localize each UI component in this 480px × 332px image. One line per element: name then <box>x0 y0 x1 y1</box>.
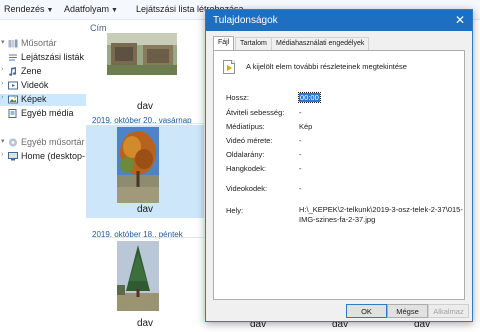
close-icon[interactable]: ✕ <box>455 13 465 27</box>
sidebar-item-videos[interactable]: › Videók <box>0 80 86 92</box>
video-icon <box>8 81 18 90</box>
photo-thumbnail[interactable] <box>117 241 159 311</box>
audio-codec-value[interactable]: - <box>299 164 302 173</box>
spruce-tree-photo-image <box>117 241 159 311</box>
thumbnail-tile[interactable]: dav <box>86 125 204 218</box>
dialog-title-bar[interactable]: Tulajdonságok ✕ <box>206 10 472 31</box>
garden-photo-image <box>107 33 177 75</box>
sidebar-item-other-libraries[interactable]: ▾ Egyéb műsortár <box>0 137 86 149</box>
thumbnail-caption: dav <box>136 204 154 215</box>
sidebar-item-label: Videók <box>21 80 49 90</box>
location-label: Hely: <box>226 206 244 215</box>
sidebar-item-label: Egyéb média <box>21 108 74 118</box>
sidebar-item-pictures[interactable]: › Képek <box>0 94 86 106</box>
media-file-icon <box>223 60 235 74</box>
video-size-label: Videó mérete: <box>226 136 273 145</box>
cancel-button[interactable]: Mégse <box>387 304 428 318</box>
aspect-ratio-value[interactable]: - <box>299 150 302 159</box>
sidebar-item-label: Zene <box>21 66 42 76</box>
bitrate-label: Átviteli sebesség: <box>226 108 285 117</box>
location-path-line-1: H:\_KEPEK\2-telkunk\2019-3-osz-telek-2-3… <box>299 205 463 214</box>
music-note-icon <box>9 67 17 76</box>
chevron-right-icon[interactable]: › <box>1 66 3 73</box>
autumn-tree-photo-image <box>117 127 159 203</box>
length-value[interactable]: 00:00 <box>298 92 321 103</box>
aspect-ratio-label: Oldalarány: <box>226 150 265 159</box>
sidebar-item-label: Műsortár <box>21 38 57 48</box>
panel-description: A kijelölt elem további részleteinek meg… <box>246 62 407 71</box>
date-group-divider <box>92 123 204 124</box>
stream-label: Adatfolyam <box>64 4 110 14</box>
thumbnail-tile[interactable]: dav <box>86 33 204 117</box>
length-label: Hossz: <box>226 93 249 102</box>
navigation-sidebar: ▾ Műsortár Lejátszási listák › Zene › Vi… <box>0 21 86 332</box>
home-computer-icon <box>8 152 18 161</box>
chevron-down-icon: ▼ <box>111 7 118 14</box>
photo-thumbnail[interactable] <box>117 127 159 203</box>
video-codec-label: Videokodek: <box>226 184 268 193</box>
tab-file[interactable]: Fájl <box>213 36 235 50</box>
properties-dialog: Tulajdonságok ✕ Fájl Tartalom Médiahaszn… <box>205 9 473 322</box>
sidebar-item-label: Lejátszási listák <box>21 52 85 62</box>
dialog-title: Tulajdonságok <box>213 15 278 26</box>
sidebar-item-label: Képek <box>21 94 47 104</box>
photo-thumbnail[interactable] <box>107 33 177 75</box>
media-type-value[interactable]: Kép <box>299 122 312 131</box>
organize-label: Rendezés <box>4 4 45 14</box>
sidebar-item-home-desktop[interactable]: › Home (desktop- <box>0 151 86 163</box>
location-value[interactable]: H:\_KEPEK\2-telkunk\2019-3-osz-telek-2-3… <box>299 205 463 225</box>
music-library-icon <box>8 39 18 48</box>
chevron-right-icon[interactable]: › <box>1 94 3 101</box>
thumbnail-tile[interactable]: dav <box>86 239 204 332</box>
chevron-right-icon[interactable]: ▾ <box>1 38 5 46</box>
other-libraries-icon <box>9 138 17 147</box>
bitrate-value[interactable]: - <box>299 108 302 117</box>
audio-codec-label: Hangkodek: <box>226 164 267 173</box>
sidebar-item-label: Home (desktop- <box>21 151 86 161</box>
tab-media-usage-rights[interactable]: Médiahasználati engedélyek <box>271 37 370 50</box>
stream-menu-button[interactable]: Adatfolyam ▼ <box>64 4 118 14</box>
chevron-right-icon[interactable]: › <box>1 151 3 158</box>
ok-button[interactable]: OK <box>346 304 387 318</box>
video-codec-value[interactable]: - <box>299 184 302 193</box>
organize-menu-button[interactable]: Rendezés ▼ <box>4 4 53 14</box>
location-path-line-2: IMG-szines-fa-2-37.jpg <box>299 215 376 224</box>
sidebar-item-music[interactable]: › Zene <box>0 66 86 78</box>
chevron-right-icon[interactable]: › <box>1 80 3 87</box>
sidebar-item-library[interactable]: ▾ Műsortár <box>0 38 86 50</box>
video-size-value[interactable]: - <box>299 136 302 145</box>
sidebar-item-playlists[interactable]: Lejátszási listák <box>0 52 86 64</box>
playlist-icon <box>9 54 17 61</box>
tab-content[interactable]: Tartalom <box>235 37 272 50</box>
sidebar-item-label: Egyéb műsortár <box>21 137 85 147</box>
chevron-down-icon[interactable]: ▾ <box>1 137 5 145</box>
thumbnail-caption: dav <box>136 318 154 329</box>
chevron-down-icon: ▼ <box>46 7 54 14</box>
other-media-icon <box>8 109 17 118</box>
sidebar-item-other-media[interactable]: Egyéb média <box>0 108 86 120</box>
thumbnail-caption: dav <box>136 101 154 112</box>
date-group-divider <box>92 237 204 238</box>
apply-button[interactable]: Alkalmaz <box>428 304 469 318</box>
media-type-label: Médiatípus: <box>226 122 265 131</box>
pictures-icon <box>8 95 18 104</box>
file-properties-panel: A kijelölt elem további részleteinek meg… <box>213 50 465 300</box>
